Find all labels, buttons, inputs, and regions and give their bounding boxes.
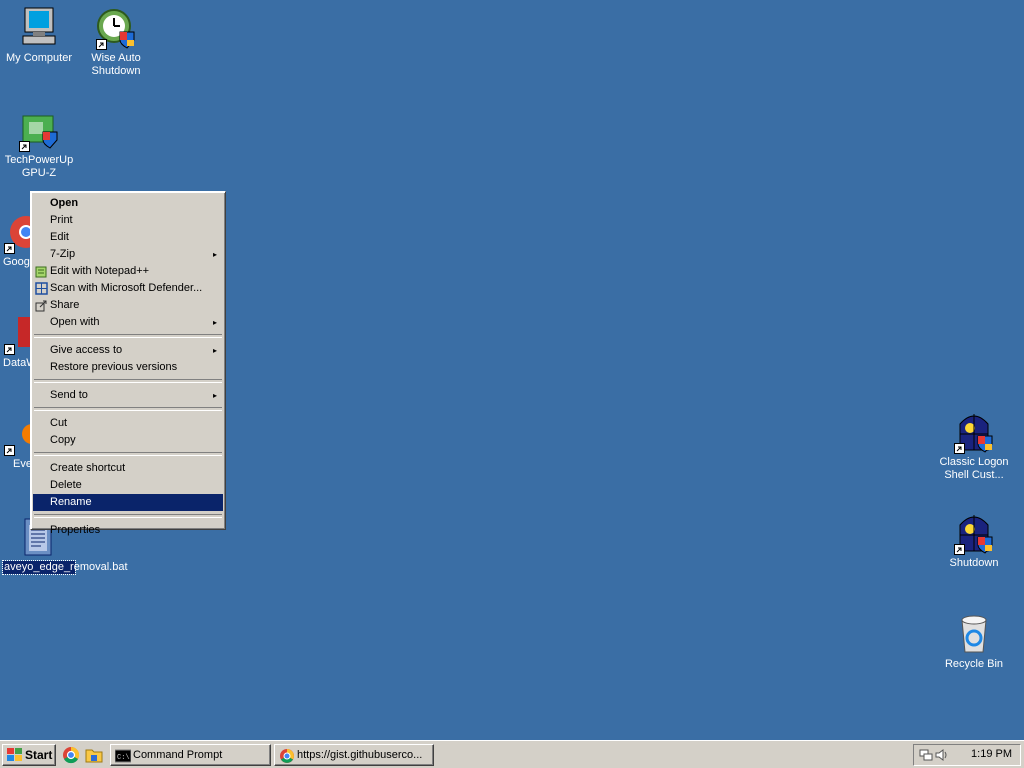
menu-item-label: Give access to — [50, 344, 123, 356]
shortcut-arrow-icon — [954, 544, 965, 555]
menu-separator — [34, 379, 222, 383]
icon-label: Shutdown — [949, 557, 999, 569]
menu-item-label: Create shortcut — [50, 462, 126, 474]
share-icon — [35, 299, 48, 312]
menu-item-open-with[interactable]: Open with ▸ — [33, 314, 223, 331]
menu-item-print[interactable]: Print — [33, 212, 223, 229]
menu-item-label: Delete — [50, 479, 82, 491]
chrome-icon — [279, 748, 295, 764]
shortcut-arrow-icon — [96, 39, 107, 50]
menu-item-edit-notepadpp[interactable]: Edit with Notepad++ — [33, 263, 223, 280]
system-tray: 1:19 PM — [913, 744, 1021, 766]
icon-label: My Computer — [5, 52, 73, 64]
icon-label: aveyo_edge_removal.bat — [2, 560, 128, 575]
taskbar-button-label: https://gist.githubuserco... — [297, 749, 423, 761]
context-menu: Open Print Edit 7-Zip ▸ Edit with Notepad… — [30, 191, 226, 536]
menu-item-send-to[interactable]: Send to ▸ — [33, 387, 223, 404]
menu-item-label: Edit — [50, 231, 69, 243]
menu-item-cut[interactable]: Cut — [33, 415, 223, 432]
cmd-icon: C:\ — [115, 748, 131, 764]
menu-separator — [34, 407, 222, 411]
menu-item-label: Properties — [50, 524, 101, 536]
my-computer-icon[interactable]: My Computer — [0, 6, 78, 65]
taskbar-button-label: Command Prompt — [133, 749, 223, 761]
volume-icon[interactable] — [935, 748, 949, 762]
shortcut-arrow-icon — [4, 445, 15, 456]
menu-item-delete[interactable]: Delete — [33, 477, 223, 494]
menu-separator — [34, 334, 222, 338]
menu-item-label: Cut — [50, 417, 68, 429]
icon-label: Wise Auto Shutdown — [91, 52, 141, 77]
menu-item-label: Copy — [50, 434, 76, 446]
menu-item-edit[interactable]: Edit — [33, 229, 223, 246]
clock[interactable]: 1:19 PM — [971, 748, 1012, 760]
start-button[interactable]: Start — [2, 744, 56, 766]
network-icon[interactable] — [919, 748, 933, 762]
menu-item-label: Open with — [50, 316, 100, 328]
menu-item-label: Print — [50, 214, 73, 226]
menu-item-label: Edit with Notepad++ — [50, 265, 150, 277]
gpu-z-icon[interactable]: TechPowerUp GPU-Z — [0, 108, 78, 180]
shutdown-icon[interactable]: Shutdown — [935, 511, 1013, 570]
menu-separator — [34, 452, 222, 456]
menu-item-label: 7-Zip — [50, 248, 76, 260]
defender-icon — [35, 282, 48, 295]
recycle-bin-icon[interactable]: Recycle Bin — [935, 612, 1013, 671]
menu-item-copy[interactable]: Copy — [33, 432, 223, 449]
submenu-arrow-icon: ▸ — [212, 318, 217, 327]
menu-item-label: Send to — [50, 389, 88, 401]
gpu-icon — [19, 108, 59, 152]
menu-item-label: Open — [50, 197, 79, 209]
icon-label: Recycle Bin — [944, 658, 1004, 670]
icon-label: TechPowerUp GPU-Z — [4, 154, 74, 179]
icon-label: Googl — [3, 256, 33, 268]
window-moon-icon — [954, 511, 994, 555]
menu-item-share[interactable]: Share — [33, 297, 223, 314]
shortcut-arrow-icon — [954, 443, 965, 454]
menu-item-scan-defender[interactable]: Scan with Microsoft Defender... — [33, 280, 223, 297]
start-label: Start — [25, 748, 53, 762]
shortcut-arrow-icon — [4, 243, 15, 254]
menu-item-7zip[interactable]: 7-Zip ▸ — [33, 246, 223, 263]
taskbar-button-command-prompt[interactable]: C:\ Command Prompt — [110, 744, 271, 766]
menu-item-label: Rename — [50, 496, 92, 508]
window-moon-icon — [954, 410, 994, 454]
menu-item-restore-versions[interactable]: Restore previous versions — [33, 359, 223, 376]
menu-item-give-access[interactable]: Give access to ▸ — [33, 342, 223, 359]
menu-item-rename[interactable]: Rename — [33, 494, 223, 511]
taskbar-button-chrome[interactable]: https://gist.githubuserco... — [274, 744, 434, 766]
submenu-arrow-icon: ▸ — [212, 346, 217, 355]
menu-item-open[interactable]: Open — [33, 195, 223, 212]
trash-can-icon — [954, 612, 994, 656]
submenu-arrow-icon: ▸ — [212, 250, 217, 259]
menu-item-label: Scan with Microsoft Defender... — [50, 282, 203, 294]
menu-item-properties[interactable]: Properties — [33, 522, 223, 539]
shortcut-arrow-icon — [19, 141, 30, 152]
notepadpp-icon — [35, 265, 48, 278]
menu-item-label: Restore previous versions — [50, 361, 178, 373]
desktop[interactable]: My Computer Wise Auto Shutdown TechPower… — [0, 0, 1024, 740]
icon-label: Classic Logon Shell Cust... — [939, 456, 1009, 481]
menu-item-create-shortcut[interactable]: Create shortcut — [33, 460, 223, 477]
menu-item-label: Share — [50, 299, 80, 311]
menu-separator — [34, 514, 222, 518]
taskbar: Start C:\ Command Prompt https://gist.gi… — [0, 740, 1024, 768]
windows-flag-icon — [7, 748, 22, 761]
svg-text:C:\: C:\ — [117, 754, 130, 762]
submenu-arrow-icon: ▸ — [212, 391, 217, 400]
clock-shield-icon — [96, 6, 136, 50]
computer-icon — [19, 6, 59, 50]
classic-logon-shell-icon[interactable]: Classic Logon Shell Cust... — [935, 410, 1013, 482]
wise-auto-shutdown-icon[interactable]: Wise Auto Shutdown — [77, 6, 155, 78]
quicklaunch-folder-icon[interactable] — [85, 746, 103, 764]
shortcut-arrow-icon — [4, 344, 15, 355]
quicklaunch-chrome-icon[interactable] — [62, 746, 80, 764]
